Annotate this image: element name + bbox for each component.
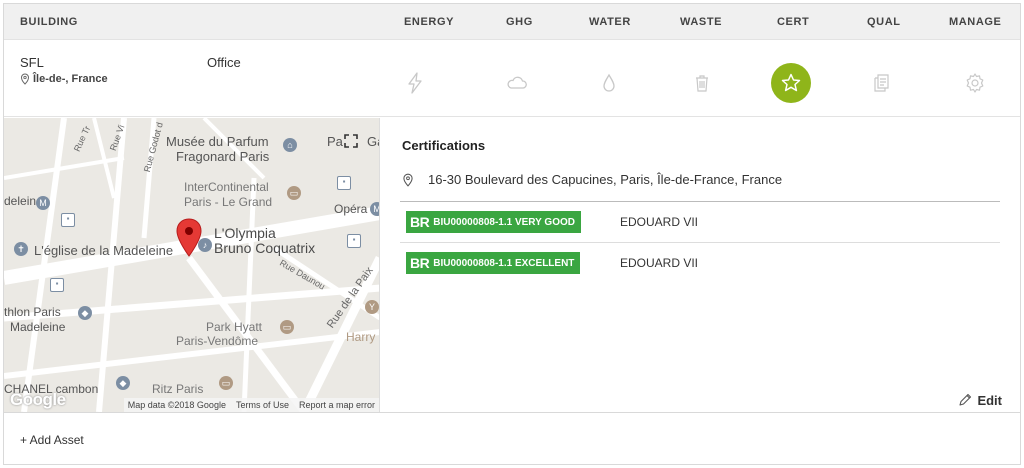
building-card: BUILDING ENERGY GHG WATER WASTE CERT QUA… bbox=[3, 3, 1021, 465]
map-label-park-hyatt: Park Hyatt bbox=[206, 320, 263, 334]
map-label-opera: Opéra bbox=[334, 202, 368, 216]
google-logo: Google bbox=[10, 390, 66, 409]
header-ghg: GHG bbox=[506, 16, 533, 28]
header-qual: QUAL bbox=[867, 16, 901, 28]
certification-code: BIU00000808-1.1 VERY GOOD bbox=[433, 216, 575, 228]
header-energy: ENERGY bbox=[404, 16, 455, 28]
waste-button[interactable] bbox=[682, 63, 722, 103]
fullscreen-icon[interactable] bbox=[344, 134, 358, 148]
ghg-button[interactable] bbox=[497, 63, 537, 103]
map-label-coquatrix: Bruno Coquatrix bbox=[214, 240, 316, 256]
map-label-pa: Pa bbox=[327, 134, 343, 149]
edit-label: Edit bbox=[977, 392, 1002, 408]
table-header: BUILDING ENERGY GHG WATER WASTE CERT QUA… bbox=[4, 4, 1020, 40]
terms-link[interactable]: Terms of Use bbox=[236, 400, 289, 410]
map-marker-icon[interactable] bbox=[176, 218, 202, 258]
map[interactable]: Musée du Parfum Fragonard Paris InterCon… bbox=[4, 118, 380, 412]
water-drop-icon bbox=[603, 73, 615, 92]
bus-stop-icon[interactable]: ▪ bbox=[50, 278, 64, 292]
trash-icon bbox=[696, 75, 708, 92]
certifications-title: Certifications bbox=[402, 138, 486, 153]
map-label-vendome: Paris-Vendôme bbox=[176, 334, 259, 348]
edit-button[interactable]: Edit bbox=[957, 392, 1002, 408]
certifications-address: 16-30 Boulevard des Capucines, Paris, Îl… bbox=[402, 172, 782, 187]
header-building: BUILDING bbox=[20, 16, 78, 28]
church-icon[interactable]: ✝ bbox=[14, 242, 28, 256]
header-waste: WASTE bbox=[680, 16, 723, 28]
bar-icon[interactable]: Y bbox=[365, 300, 379, 314]
location-pin-icon bbox=[20, 73, 30, 85]
shopping-icon[interactable]: ◆ bbox=[78, 306, 92, 320]
map-label-athlon: thlon Paris bbox=[4, 305, 61, 319]
map-footer: Google Map data ©2018 Google Terms of Us… bbox=[4, 390, 379, 412]
cloud-icon bbox=[507, 76, 527, 89]
building-location: Île-de-, France bbox=[20, 73, 108, 85]
water-button[interactable] bbox=[589, 63, 629, 103]
map-label-madeleine-2: Madeleine bbox=[10, 320, 66, 334]
cert-button[interactable] bbox=[771, 63, 811, 103]
bus-stop-icon[interactable]: ▪ bbox=[347, 234, 361, 248]
add-asset-button[interactable]: + Add Asset bbox=[20, 433, 84, 447]
documents-icon bbox=[874, 74, 889, 92]
certification-badge[interactable]: BR BIU00000808-1.1 VERY GOOD bbox=[406, 211, 581, 233]
energy-button[interactable] bbox=[395, 63, 435, 103]
shopping-icon[interactable]: ◆ bbox=[116, 376, 130, 390]
gear-icon bbox=[966, 73, 984, 93]
museum-icon[interactable]: ⌂ bbox=[283, 138, 297, 152]
metro-icon[interactable]: M bbox=[36, 196, 50, 210]
map-label-paris-le-grand: Paris - Le Grand bbox=[184, 195, 273, 209]
certification-building-name: EDOUARD VII bbox=[620, 215, 699, 229]
certification-row[interactable]: BR BIU00000808-1.1 EXCELLENT EDOUARD VII bbox=[400, 243, 1000, 284]
map-label-musee: Musée du Parfum bbox=[166, 134, 269, 149]
certification-building-name: EDOUARD VII bbox=[620, 256, 699, 270]
lightning-icon bbox=[408, 72, 422, 94]
building-type: Office bbox=[207, 55, 241, 70]
map-label-harry: Harry bbox=[346, 330, 376, 344]
certification-row[interactable]: BR BIU00000808-1.1 VERY GOOD EDOUARD VII bbox=[400, 202, 1000, 243]
map-label-intercontinental: InterContinental bbox=[184, 180, 269, 194]
breeam-logo: BR bbox=[410, 255, 430, 271]
breeam-logo: BR bbox=[410, 214, 430, 230]
hotel-icon[interactable]: ▭ bbox=[287, 186, 301, 200]
bus-stop-icon[interactable]: ▪ bbox=[337, 176, 351, 190]
metro-icon[interactable]: M bbox=[370, 202, 379, 216]
map-label-eglise: L'église de la Madeleine bbox=[34, 243, 174, 258]
building-row[interactable]: SFL Île-de-, France Office bbox=[4, 41, 1020, 117]
header-cert: CERT bbox=[777, 16, 810, 28]
bus-stop-icon[interactable]: ▪ bbox=[61, 213, 75, 227]
building-name: SFL bbox=[20, 55, 44, 70]
add-asset-row: + Add Asset bbox=[4, 412, 1020, 465]
hotel-icon[interactable]: ▭ bbox=[219, 376, 233, 390]
certification-badge[interactable]: BR BIU00000808-1.1 EXCELLENT bbox=[406, 252, 581, 274]
location-pin-icon bbox=[403, 173, 413, 187]
certification-code: BIU00000808-1.1 EXCELLENT bbox=[433, 257, 575, 269]
qual-button[interactable] bbox=[861, 63, 901, 103]
star-icon bbox=[781, 73, 801, 92]
header-water: WATER bbox=[589, 16, 631, 28]
map-label-olympia: L'Olympia bbox=[214, 225, 276, 241]
report-map-error-link[interactable]: Report a map error bbox=[299, 400, 375, 410]
map-label-fragonard: Fragonard Paris bbox=[176, 149, 270, 164]
header-manage: MANAGE bbox=[949, 16, 1002, 28]
hotel-icon[interactable]: ▭ bbox=[280, 320, 294, 334]
map-data-text: Map data ©2018 Google bbox=[127, 400, 226, 410]
building-location-text: Île-de-, France bbox=[33, 73, 108, 85]
certifications-panel: Certifications 16-30 Boulevard des Capuc… bbox=[400, 118, 1002, 412]
map-attribution: Map data ©2018 Google Terms of Use Repor… bbox=[123, 398, 379, 412]
map-label-ga: Ga bbox=[367, 134, 379, 149]
manage-button[interactable] bbox=[955, 63, 995, 103]
certifications-address-text: 16-30 Boulevard des Capucines, Paris, Îl… bbox=[428, 172, 783, 187]
map-label-ritz: Ritz Paris bbox=[152, 382, 204, 396]
pencil-icon bbox=[959, 393, 972, 406]
